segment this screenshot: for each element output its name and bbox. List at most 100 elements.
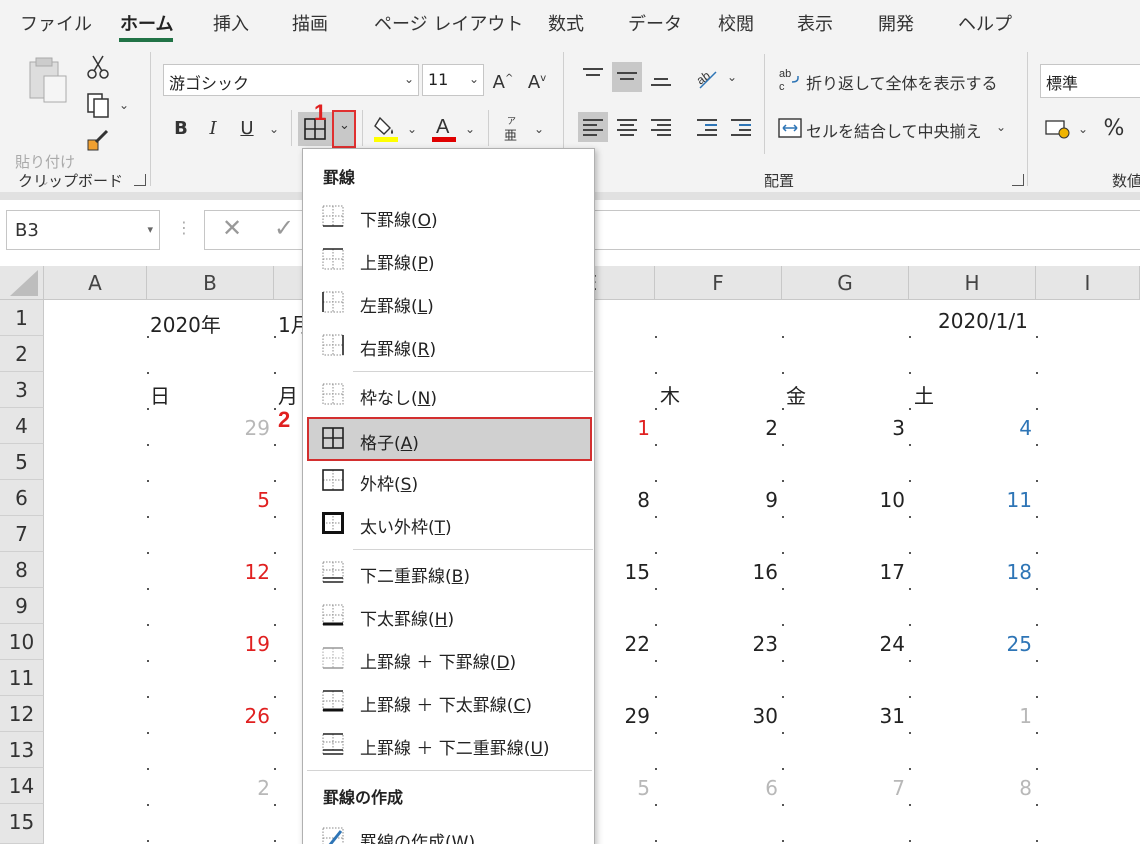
column-header-a[interactable]: A xyxy=(44,266,147,300)
currency-format-icon[interactable] xyxy=(1044,116,1072,140)
orientation-dropdown-icon[interactable]: ⌄ xyxy=(727,70,737,84)
cell-f4[interactable]: 2 xyxy=(728,416,778,440)
cut-icon[interactable] xyxy=(86,54,110,80)
cell-e12[interactable]: 29 xyxy=(600,704,650,728)
cancel-icon[interactable]: ✕ xyxy=(222,214,242,242)
menu-item-right-border[interactable]: 右罫線(R) xyxy=(307,326,592,367)
copy-icon[interactable] xyxy=(86,92,112,118)
menu-item-top-border[interactable]: 上罫線(P) xyxy=(307,240,592,281)
column-header-g[interactable]: G xyxy=(782,266,909,300)
alignment-launcher-icon[interactable] xyxy=(1012,174,1024,186)
select-all-button[interactable] xyxy=(0,266,44,300)
cell-g10[interactable]: 24 xyxy=(855,632,905,656)
cell-b14[interactable]: 2 xyxy=(220,776,270,800)
tab-help[interactable]: ヘルプ xyxy=(958,10,1012,36)
cell-b4[interactable]: 29 xyxy=(220,416,270,440)
font-color-dropdown-icon[interactable]: ⌄ xyxy=(465,122,475,136)
menu-item-thick-bottom-border[interactable]: 下太罫線(H) xyxy=(307,596,592,637)
align-middle-button[interactable] xyxy=(612,62,642,92)
cell-h3[interactable]: 土 xyxy=(914,380,934,409)
italic-button[interactable]: I xyxy=(200,114,226,144)
tab-formulas[interactable]: 数式 xyxy=(548,10,584,36)
column-header-b[interactable]: B xyxy=(147,266,274,300)
row-header[interactable]: 3 xyxy=(0,372,44,408)
menu-item-thick-outside-borders[interactable]: 太い外枠(T) xyxy=(307,504,592,545)
paste-icon[interactable] xyxy=(24,56,72,108)
font-color-icon[interactable]: A xyxy=(430,114,458,144)
clipboard-launcher-icon[interactable] xyxy=(134,174,146,186)
font-size-combo[interactable]: 11 ⌄ xyxy=(422,64,484,96)
row-header[interactable]: 5 xyxy=(0,444,44,480)
menu-item-bottom-double-border[interactable]: 下二重罫線(B) xyxy=(307,553,592,594)
increase-font-size-icon[interactable]: A^ xyxy=(490,64,516,94)
cell-f12[interactable]: 30 xyxy=(728,704,778,728)
row-header[interactable]: 12 xyxy=(0,696,44,732)
wrap-text-icon[interactable]: ab c xyxy=(778,66,802,92)
cell-b12[interactable]: 26 xyxy=(220,704,270,728)
cell-f3[interactable]: 木 xyxy=(660,380,680,409)
merge-center-button[interactable]: セルを結合して中央揃え xyxy=(806,118,982,142)
tab-developer[interactable]: 開発 xyxy=(878,10,914,36)
menu-item-top-and-thick-bottom-border[interactable]: 上罫線 ＋ 下太罫線(C) xyxy=(307,682,592,723)
cell-h4[interactable]: 4 xyxy=(982,416,1032,440)
row-header[interactable]: 15 xyxy=(0,804,44,844)
cell-g8[interactable]: 17 xyxy=(855,560,905,584)
tab-review[interactable]: 校閲 xyxy=(718,10,754,36)
fill-color-icon[interactable] xyxy=(372,114,400,144)
menu-item-top-and-bottom-border[interactable]: 上罫線 ＋ 下罫線(D) xyxy=(307,639,592,680)
copy-dropdown-icon[interactable]: ⌄ xyxy=(119,98,129,112)
underline-dropdown-icon[interactable]: ⌄ xyxy=(269,122,279,136)
number-format-combo[interactable]: 標準 xyxy=(1040,64,1140,98)
align-bottom-button[interactable] xyxy=(646,62,676,92)
wrap-text-button[interactable]: 折り返して全体を表示する xyxy=(806,70,998,94)
menu-item-all-borders[interactable]: 格子(A) xyxy=(307,417,592,461)
cell-b1[interactable]: 2020年 xyxy=(150,309,221,338)
phonetic-guide-icon[interactable]: ア 亜 xyxy=(500,114,526,144)
row-header[interactable]: 4 xyxy=(0,408,44,444)
align-left-button[interactable] xyxy=(578,112,608,142)
align-center-button[interactable] xyxy=(612,112,642,142)
row-header[interactable]: 6 xyxy=(0,480,44,516)
cell-b10[interactable]: 19 xyxy=(220,632,270,656)
column-header-h[interactable]: H xyxy=(909,266,1036,300)
cell-h14[interactable]: 8 xyxy=(982,776,1032,800)
tab-home[interactable]: ホーム xyxy=(120,10,173,36)
menu-item-bottom-border[interactable]: 下罫線(O) xyxy=(307,197,592,238)
cell-g4[interactable]: 3 xyxy=(855,416,905,440)
cell-e14[interactable]: 5 xyxy=(600,776,650,800)
decrease-font-size-icon[interactable]: Av xyxy=(524,64,550,94)
align-top-button[interactable] xyxy=(578,62,608,92)
cell-g3[interactable]: 金 xyxy=(786,380,806,409)
cell-c3[interactable]: 月 xyxy=(278,380,298,409)
cell-g14[interactable]: 7 xyxy=(855,776,905,800)
merge-center-icon[interactable] xyxy=(778,116,802,140)
cell-f14[interactable]: 6 xyxy=(728,776,778,800)
fill-color-dropdown-icon[interactable]: ⌄ xyxy=(407,122,417,136)
row-header[interactable]: 1 xyxy=(0,300,44,336)
format-painter-icon[interactable] xyxy=(86,128,110,152)
cell-e8[interactable]: 15 xyxy=(600,560,650,584)
cell-h10[interactable]: 25 xyxy=(982,632,1032,656)
row-header[interactable]: 9 xyxy=(0,588,44,624)
increase-indent-button[interactable] xyxy=(726,112,756,142)
tab-insert[interactable]: 挿入 xyxy=(213,10,249,36)
currency-dropdown-icon[interactable]: ⌄ xyxy=(1078,122,1088,136)
underline-button[interactable]: U xyxy=(234,114,260,144)
cell-b6[interactable]: 5 xyxy=(220,488,270,512)
cell-h1[interactable]: 2020/1/1 xyxy=(938,309,1028,333)
enter-icon[interactable]: ✓ xyxy=(274,214,294,242)
row-header[interactable]: 13 xyxy=(0,732,44,768)
cell-h8[interactable]: 18 xyxy=(982,560,1032,584)
bold-button[interactable]: B xyxy=(168,114,194,144)
cell-b3[interactable]: 日 xyxy=(150,380,170,409)
cell-e10[interactable]: 22 xyxy=(600,632,650,656)
row-header[interactable]: 8 xyxy=(0,552,44,588)
merge-dropdown-icon[interactable]: ⌄ xyxy=(996,120,1006,134)
tab-page-layout[interactable]: ページ レイアウト xyxy=(374,10,523,36)
row-header[interactable]: 10 xyxy=(0,624,44,660)
cell-e6[interactable]: 8 xyxy=(600,488,650,512)
menu-item-draw-border[interactable]: 罫線の作成(W) xyxy=(307,819,592,844)
cell-h6[interactable]: 11 xyxy=(982,488,1032,512)
cell-f10[interactable]: 23 xyxy=(728,632,778,656)
cell-g12[interactable]: 31 xyxy=(855,704,905,728)
